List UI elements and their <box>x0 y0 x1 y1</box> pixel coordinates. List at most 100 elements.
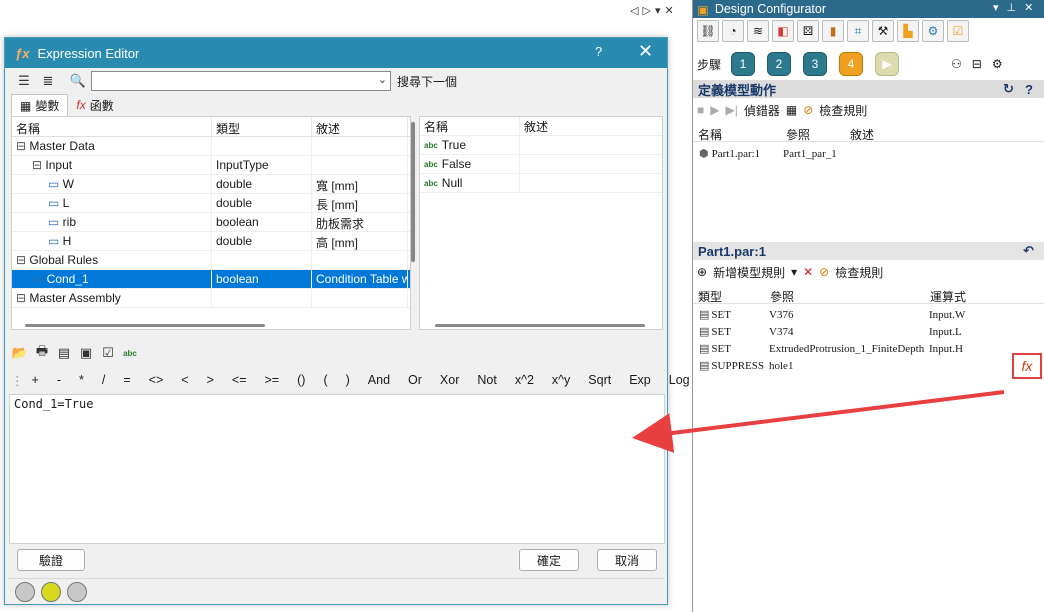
operator-button[interactable]: Not <box>477 373 496 387</box>
parts-icon[interactable]: ▮ <box>822 20 844 42</box>
operator-button[interactable]: < <box>181 373 188 387</box>
help-button[interactable]: ? <box>595 44 602 59</box>
forward-icon[interactable]: ▷ <box>642 4 650 17</box>
tree-row[interactable]: ⊟ Input InputType <box>12 156 410 175</box>
header-ref[interactable]: 參照 <box>781 124 845 142</box>
help-icon[interactable]: ? <box>1025 82 1033 97</box>
rule-expr[interactable]: Input.H <box>925 343 1025 355</box>
abc-icon[interactable]: abc <box>121 344 139 362</box>
table-row[interactable]: ▤ SET V376 Input.W <box>693 306 1044 323</box>
delete-icon[interactable]: ✕ <box>803 265 813 279</box>
settings-icon[interactable]: ⚙ <box>922 20 944 42</box>
list-item[interactable]: abc True <box>420 136 662 155</box>
gear-icon[interactable]: ⚙ <box>992 57 1003 71</box>
step-1[interactable]: 1 <box>731 52 756 76</box>
verify-button[interactable]: 驗證 <box>17 549 85 571</box>
rule-expr[interactable]: Input.W <box>925 309 1025 321</box>
grid-icon[interactable]: ▦ <box>786 103 797 117</box>
check-rules-button[interactable]: 檢查規則 <box>835 264 883 281</box>
expression-input[interactable]: Cond_1=True <box>9 394 665 544</box>
step-icon[interactable]: ▶| <box>725 103 737 117</box>
collapse-icon[interactable]: ⊟ <box>16 291 29 305</box>
chevron-down-icon[interactable]: ⌄ <box>378 73 387 86</box>
search-icon[interactable]: 🔍 <box>69 72 87 90</box>
tab-variables[interactable]: ▦ 變數 <box>11 94 69 116</box>
table-row[interactable]: ⬢ Part1.par:1 Part1_par_1 <box>693 145 1044 162</box>
operator-button[interactable]: ( <box>323 373 327 387</box>
checklist-icon[interactable]: ☑ <box>947 20 969 42</box>
ok-button[interactable]: 確定 <box>519 549 579 571</box>
header-type[interactable]: 類型 <box>693 286 765 304</box>
tree-scrollbar[interactable] <box>411 122 415 262</box>
add-rule-button[interactable]: 新增模型規則 <box>713 264 785 281</box>
header-type[interactable]: 類型 <box>212 117 312 136</box>
operator-button[interactable]: Log <box>669 373 690 387</box>
undo-icon[interactable]: ↶ <box>1023 243 1034 259</box>
link-icon[interactable]: ⛓ <box>697 20 719 42</box>
menu-icon[interactable]: ▾ <box>655 4 661 17</box>
header-expr[interactable]: 運算式 <box>925 286 1025 304</box>
operator-button[interactable]: ) <box>346 373 350 387</box>
cancel-button[interactable]: 取消 <box>597 549 657 571</box>
pin-icon[interactable]: ⊥ <box>1007 1 1017 14</box>
dice-icon[interactable]: ⚄ <box>797 20 819 42</box>
close-icon[interactable]: ✕ <box>1024 1 1033 14</box>
check-icon[interactable]: ☑ <box>99 344 117 362</box>
check-rules-button[interactable]: 檢查規則 <box>819 102 867 119</box>
close-button[interactable]: ✕ <box>638 41 653 62</box>
tree-icon[interactable]: ⌗ <box>847 20 869 42</box>
operator-button[interactable]: >= <box>265 373 280 387</box>
list-item[interactable]: abc False <box>420 155 662 174</box>
value-hscrollbar[interactable] <box>435 324 645 327</box>
operator-button[interactable]: + <box>32 373 39 387</box>
hierarchy-icon[interactable]: ⊟ <box>972 57 982 71</box>
layers-icon[interactable]: ≋ <box>747 20 769 42</box>
operator-button[interactable]: x^y <box>552 373 570 387</box>
collapse-icon[interactable]: ⊟ <box>32 158 45 172</box>
header-ref[interactable]: 參照 <box>765 286 925 304</box>
run-step-button[interactable]: ▶ <box>875 52 900 76</box>
table-row[interactable]: ▤ SET V374 Input.L <box>693 323 1044 340</box>
tree-row[interactable]: ▭ Ldouble 長 [mm] <box>12 194 410 213</box>
close-icon[interactable]: ✕ <box>664 4 673 17</box>
operator-button[interactable]: = <box>123 373 130 387</box>
operator-button[interactable]: <= <box>232 373 247 387</box>
detail-view-icon[interactable]: ≣ <box>39 72 57 90</box>
search-input[interactable]: ⌄ <box>91 71 391 91</box>
chevron-down-icon[interactable]: ▾ <box>791 265 797 279</box>
collapse-icon[interactable]: ⊟ <box>16 253 29 267</box>
operator-button[interactable]: () <box>297 373 305 387</box>
stop-icon[interactable]: ■ <box>697 103 704 117</box>
tree-row[interactable]: ▭ rib boolean 肋板需求 <box>12 213 410 232</box>
operator-button[interactable]: Or <box>408 373 422 387</box>
print-icon[interactable]: 🖶 <box>33 343 51 362</box>
tree-row[interactable]: ▭ Hdouble 高 [mm] <box>12 232 410 251</box>
rule-expr[interactable]: Input.L <box>925 326 1025 338</box>
back-icon[interactable]: ◁ <box>630 4 638 17</box>
step-4[interactable]: 4 <box>839 52 864 76</box>
table-row[interactable]: ▤ SET ExtrudedProtrusion_1_FiniteDepth Inpu… <box>693 340 1044 357</box>
header-name[interactable]: 名稱 <box>693 124 781 142</box>
fx-button[interactable]: fx <box>1012 353 1042 379</box>
list-view-icon[interactable]: ☰ <box>15 72 33 90</box>
header-name[interactable]: 名稱 <box>12 117 212 136</box>
operator-button[interactable]: / <box>102 373 105 387</box>
tree-hscrollbar[interactable] <box>25 324 265 327</box>
tree-row[interactable]: ⊟ Master Assembly <box>12 289 410 308</box>
operator-button[interactable]: > <box>207 373 214 387</box>
play-icon[interactable]: ▶ <box>710 103 719 117</box>
open-icon[interactable]: 📂 <box>11 344 29 362</box>
grid-icon[interactable]: ▣ <box>77 344 95 362</box>
find-next-button[interactable]: 搜尋下一個 <box>397 73 457 90</box>
operator-button[interactable]: * <box>79 373 84 387</box>
step-3[interactable]: 3 <box>803 52 828 76</box>
operator-button[interactable]: - <box>57 373 61 387</box>
blocks-icon[interactable]: ▙ <box>897 20 919 42</box>
header-name[interactable]: 名稱 <box>420 117 520 135</box>
debugger-label[interactable]: 偵錯器 <box>744 102 780 119</box>
tab-functions[interactable]: fx 函數 <box>68 94 121 116</box>
tree-row[interactable]: ⊟ Master Data <box>12 137 410 156</box>
operator-button[interactable]: x^2 <box>515 373 534 387</box>
gauge-icon[interactable]: ◔ <box>722 20 744 42</box>
table-row[interactable]: ▤ SUPPRESS hole1 <box>693 357 1044 374</box>
